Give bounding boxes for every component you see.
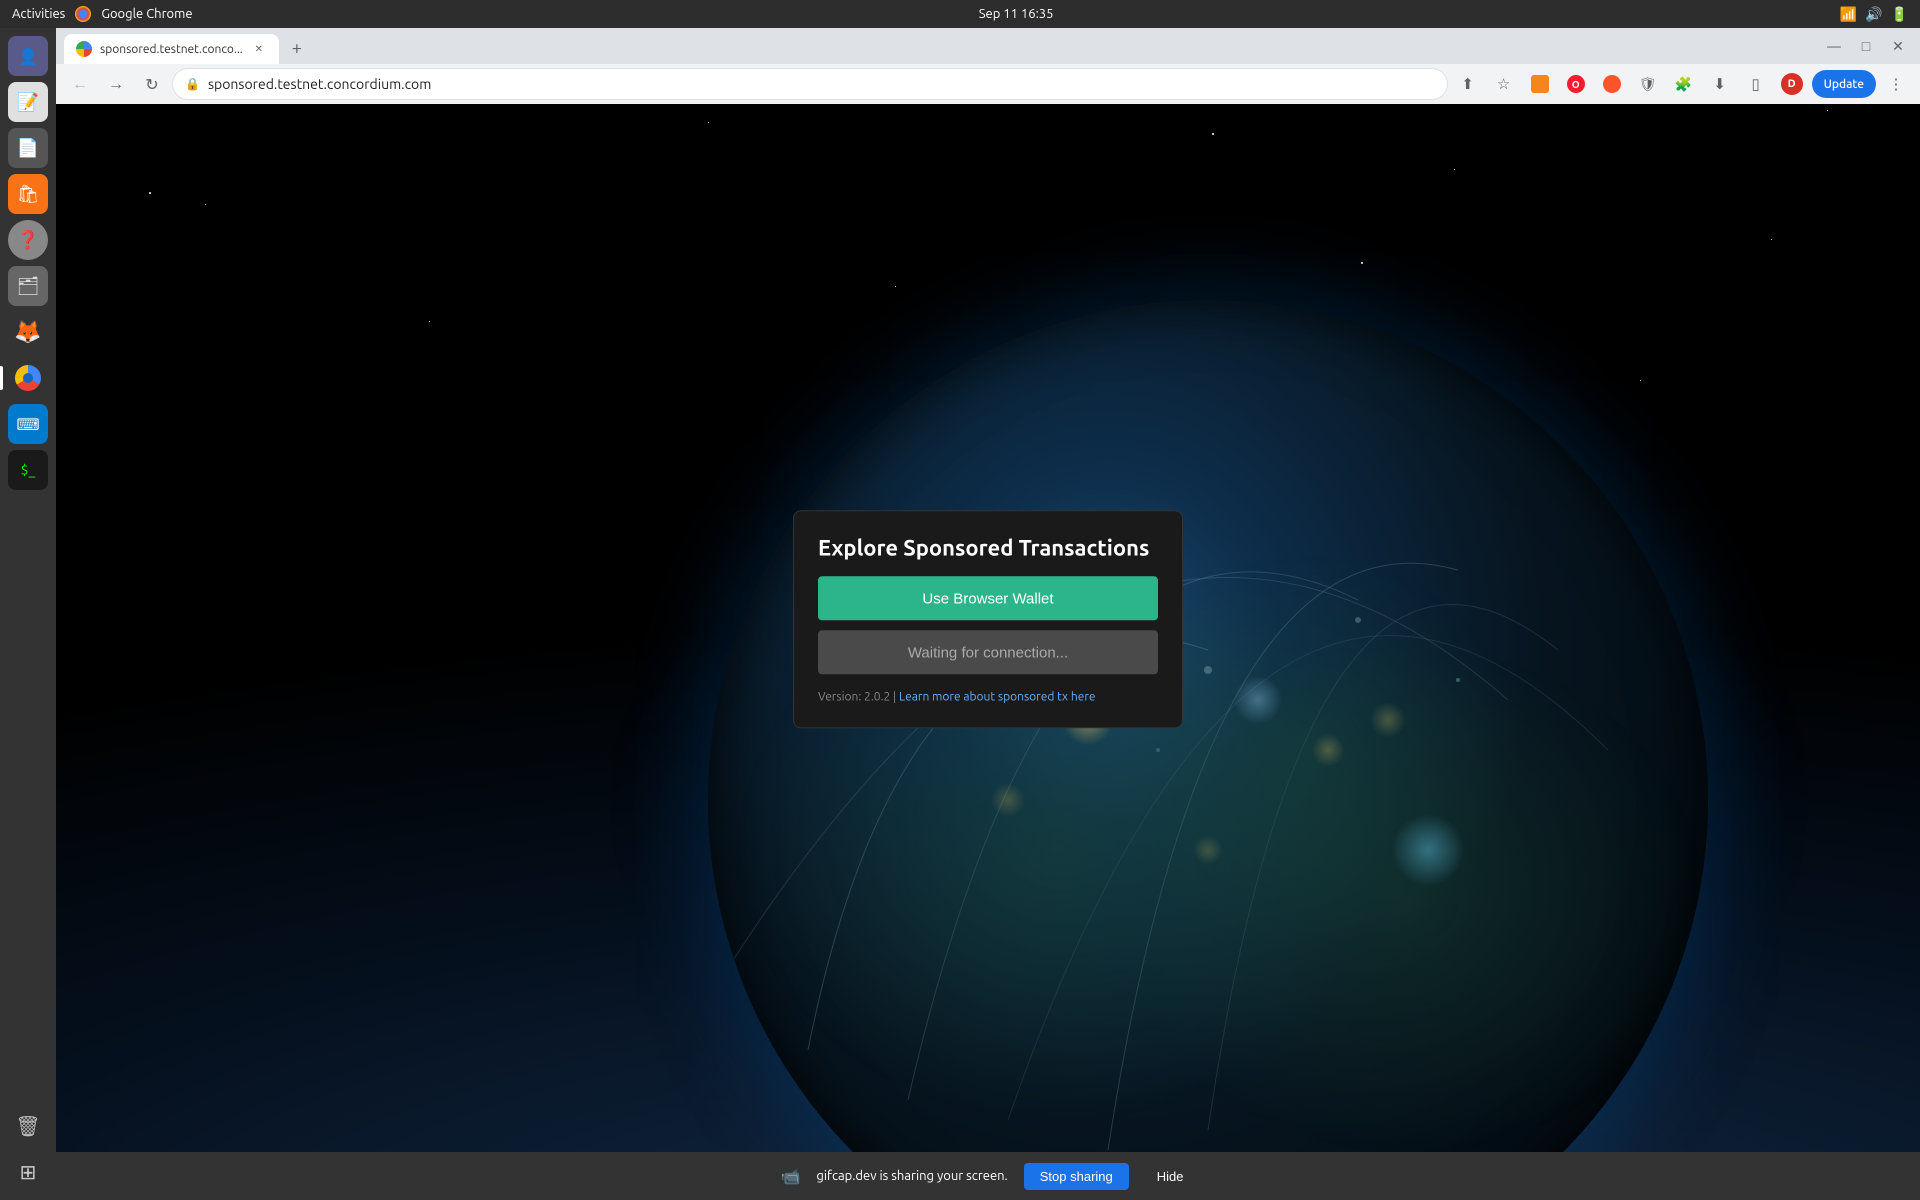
taskbar-icon-document[interactable]: 📄: [8, 128, 48, 168]
waiting-connection-label: Waiting for connection...: [908, 644, 1068, 661]
url-text: sponsored.testnet.concordium.com: [208, 76, 1435, 92]
wifi-icon: 📶: [1840, 6, 1857, 23]
tab-close-button[interactable]: ✕: [251, 41, 267, 57]
chrome-icon: [15, 365, 41, 391]
reload-button[interactable]: ↻: [136, 68, 168, 100]
ext-download-icon[interactable]: ⬇: [1704, 68, 1736, 100]
menu-icon[interactable]: ⋮: [1880, 68, 1912, 100]
close-button[interactable]: ✕: [1884, 32, 1912, 60]
page-content: Explore Sponsored Transactions Use Brows…: [56, 104, 1920, 1200]
back-button[interactable]: ←: [64, 68, 96, 100]
vscode-icon: ⌨: [16, 415, 39, 434]
screen-share-icon: 📹: [781, 1167, 801, 1186]
hide-label: Hide: [1157, 1169, 1184, 1184]
bookmark-icon[interactable]: ☆: [1488, 68, 1520, 100]
help-icon: ❓: [17, 230, 39, 251]
taskbar-icon-avatar[interactable]: 👤: [8, 36, 48, 76]
system-bar: Activities Google Chrome Sep 11 16:35 📶 …: [0, 0, 1920, 28]
battery-icon: 🔋: [1891, 6, 1908, 23]
modal-title: Explore Sponsored Transactions: [818, 535, 1158, 560]
desktop: Activities Google Chrome Sep 11 16:35 📶 …: [0, 0, 1920, 1200]
new-tab-button[interactable]: +: [283, 34, 311, 62]
chrome-toolbar: ← → ↻ 🔒 sponsored.testnet.concordium.com…: [56, 64, 1920, 104]
use-browser-wallet-button[interactable]: Use Browser Wallet: [818, 576, 1158, 620]
stop-sharing-button[interactable]: Stop sharing: [1024, 1163, 1129, 1190]
sidebar-icon[interactable]: ▯: [1740, 68, 1772, 100]
toolbar-actions: ⬆ ☆ O 🛡 🧩: [1452, 68, 1912, 100]
modal-card: Explore Sponsored Transactions Use Brows…: [793, 510, 1183, 728]
taskbar-icon-files[interactable]: 🗂: [8, 266, 48, 306]
lock-icon: 🔒: [185, 77, 200, 91]
version-text: Version: 2.0.2 |: [818, 690, 896, 703]
taskbar-icon-vscode[interactable]: ⌨: [8, 404, 48, 444]
maximize-button[interactable]: □: [1852, 32, 1880, 60]
files-icon: 🗂: [17, 276, 40, 297]
notification-bar: 📹 gifcap.dev is sharing your screen. Sto…: [56, 1152, 1920, 1200]
ext-puzzle-icon[interactable]: 🧩: [1668, 68, 1700, 100]
notification-message: gifcap.dev is sharing your screen.: [816, 1169, 1007, 1183]
appstore-icon: 🛍: [17, 184, 40, 205]
taskbar-icon-notes[interactable]: 📝: [8, 82, 48, 122]
app-name-label: Google Chrome: [101, 7, 192, 21]
minimize-button[interactable]: —: [1820, 32, 1848, 60]
terminal-icon: $_: [21, 462, 36, 478]
hide-button[interactable]: Hide: [1145, 1163, 1196, 1190]
learn-more-link[interactable]: Learn more about sponsored tx here: [899, 690, 1095, 703]
taskbar-bottom: 🗑 ⊞: [8, 1106, 48, 1192]
modal-footer: Version: 2.0.2 | Learn more about sponso…: [818, 690, 1158, 703]
notes-icon: 📝: [17, 92, 39, 113]
taskbar-icon-chrome[interactable]: [8, 358, 48, 398]
ext-opera-icon[interactable]: O: [1560, 68, 1592, 100]
stop-sharing-label: Stop sharing: [1040, 1169, 1113, 1184]
forward-button[interactable]: →: [100, 68, 132, 100]
taskbar-icon-help[interactable]: ❓: [8, 220, 48, 260]
chrome-window: sponsored.testnet.conco... ✕ + — □ ✕ ← →…: [56, 28, 1920, 1200]
account-icon[interactable]: D: [1776, 68, 1808, 100]
chrome-favicon-icon: [75, 6, 91, 22]
window-controls: — □ ✕: [1820, 32, 1920, 64]
tab-title: sponsored.testnet.conco...: [100, 43, 243, 56]
ext-shield-icon[interactable]: 🛡: [1632, 68, 1664, 100]
ext-brave-icon[interactable]: [1596, 68, 1628, 100]
taskbar-icon-appstore[interactable]: 🛍: [8, 174, 48, 214]
datetime-text: Sep 11 16:35: [979, 7, 1054, 21]
datetime-label: Sep 11 16:35: [979, 7, 1054, 21]
use-browser-wallet-label: Use Browser Wallet: [922, 590, 1053, 607]
activities-button[interactable]: Activities: [12, 7, 65, 21]
trash-icon: 🗑: [15, 1114, 40, 1138]
taskbar-icon-apps[interactable]: ⊞: [8, 1152, 48, 1192]
system-bar-left: Activities Google Chrome: [12, 6, 193, 22]
ext-metamask-icon[interactable]: [1524, 68, 1556, 100]
document-icon: 📄: [17, 138, 39, 159]
system-tray: 📶 🔊 🔋: [1840, 6, 1908, 23]
update-label: Update: [1824, 78, 1864, 91]
volume-icon: 🔊: [1865, 6, 1882, 23]
firefox-icon: 🦊: [14, 319, 41, 345]
taskbar-icon-firefox[interactable]: 🦊: [8, 312, 48, 352]
taskbar-icon-trash[interactable]: 🗑: [8, 1106, 48, 1146]
taskbar-icon-terminal[interactable]: $_: [8, 450, 48, 490]
chrome-titlebar: sponsored.testnet.conco... ✕ + — □ ✕: [56, 28, 1920, 64]
tab-favicon-icon: [76, 41, 92, 57]
waiting-connection-button: Waiting for connection...: [818, 630, 1158, 674]
update-button[interactable]: Update: [1812, 70, 1876, 98]
share-icon[interactable]: ⬆: [1452, 68, 1484, 100]
address-bar[interactable]: 🔒 sponsored.testnet.concordium.com: [172, 68, 1448, 100]
apps-grid-icon: ⊞: [20, 1160, 37, 1184]
avatar-icon: 👤: [18, 47, 38, 66]
chrome-tab-active[interactable]: sponsored.testnet.conco... ✕: [64, 34, 279, 64]
taskbar: 👤 📝 📄 🛍 ❓ 🗂 🦊: [0, 28, 56, 1200]
learn-more-text: Learn more about sponsored tx here: [899, 690, 1095, 703]
main-area: sponsored.testnet.conco... ✕ + — □ ✕ ← →…: [56, 28, 1920, 1200]
